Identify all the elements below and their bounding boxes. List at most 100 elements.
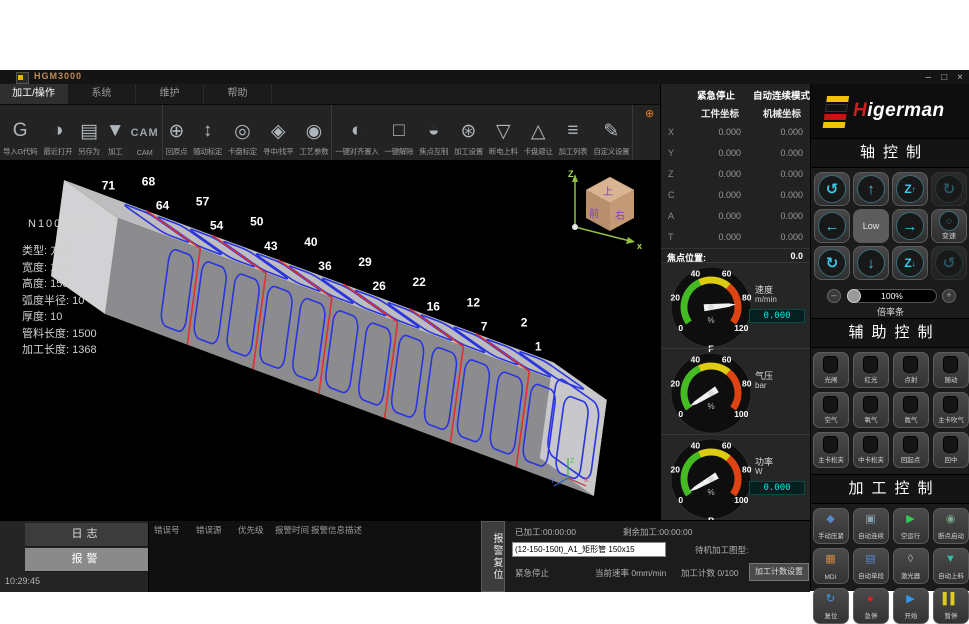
tube-3d-model: 7168645754504340362926221612721Zx上前右ZXY xyxy=(0,160,660,520)
toolbar-centering-leveling-button[interactable]: ◈寻中/找平 xyxy=(260,105,297,160)
toolbar-recent-open-button[interactable]: ◑最近打开 xyxy=(40,105,75,160)
toolbar-process-list-button[interactable]: ≡加工列表 xyxy=(556,105,591,160)
app-icon xyxy=(16,72,29,84)
back-to-start-button[interactable]: 回起点 xyxy=(893,432,929,468)
clock: 10:29:45 xyxy=(5,576,40,586)
param-加工长度: 加工长度: 1368 xyxy=(22,342,97,359)
jog-up-button[interactable]: ↑ xyxy=(853,172,889,206)
low-speed-toggle-button[interactable]: Low xyxy=(853,209,889,243)
toolbar-cam-button[interactable]: CAMCAM xyxy=(128,105,162,160)
oxygen-icon xyxy=(863,396,878,413)
z-plus-button[interactable]: Z↑ xyxy=(892,172,928,206)
toolbar-custom-settings-button[interactable]: ✎自定义设置 xyxy=(590,105,632,160)
toolbar-power-loss-load-button[interactable]: ▽断电上料 xyxy=(486,105,521,160)
part-number-label: 68 xyxy=(142,174,156,188)
auto-single-block-button[interactable]: ▤自动单段 xyxy=(853,548,889,584)
rate-slider[interactable]: 100% xyxy=(847,289,937,303)
toolbar-process-parameters-button[interactable]: ◉工艺参数 xyxy=(296,105,331,160)
rate-plus-button[interactable]: + xyxy=(942,289,956,303)
burst-label: 点射 xyxy=(904,375,917,384)
rotate-b-plus-button[interactable]: ↺ xyxy=(814,172,850,206)
reset-button[interactable]: ↻复位 xyxy=(813,588,849,624)
shutter-button[interactable]: 光闸 xyxy=(813,352,849,388)
toolbar-label: 卡盘避让 xyxy=(524,146,553,157)
start-button[interactable]: ▶开始 xyxy=(893,588,929,624)
toolbar-chuck-avoid-button[interactable]: △卡盘避让 xyxy=(521,105,556,160)
jog-left-button[interactable]: ← xyxy=(814,209,850,243)
svg-text:100: 100 xyxy=(734,495,748,505)
follow-icon xyxy=(943,356,958,373)
pause-button[interactable]: ▌▌暂停 xyxy=(933,588,969,624)
nitrogen-button[interactable]: 氮气 xyxy=(893,392,929,428)
breakpoint-start-button[interactable]: ◉断点启动 xyxy=(933,508,969,544)
alarm-reset-button[interactable]: 报警复位 xyxy=(481,521,505,592)
z-plus-icon: Z↑ xyxy=(896,175,924,203)
z-minus-button[interactable]: Z↓ xyxy=(892,246,928,280)
red-light-button[interactable]: 红光 xyxy=(853,352,889,388)
part-number-label: 43 xyxy=(264,239,278,253)
focus-control-icon: ◒ xyxy=(428,116,439,146)
svg-text:60: 60 xyxy=(722,440,732,450)
toolbar-group-2: ◐一键对齐置入□一键解除◒焦点互制⊛加工设置▽断电上料△卡盘避让≡加工列表✎自定… xyxy=(332,105,633,160)
jog-right-button[interactable]: → xyxy=(892,209,928,243)
back-to-center-button[interactable]: 回中 xyxy=(933,432,969,468)
toolbar-one-key-release-button[interactable]: □一键解除 xyxy=(381,105,416,160)
orientation-cube[interactable]: Zx上前右 xyxy=(568,169,642,251)
toolbar-focus-control-button[interactable]: ◒焦点互制 xyxy=(416,105,451,160)
pause-icon: ▌▌ xyxy=(943,592,959,607)
rate-slider-row: – 100% + xyxy=(811,286,969,304)
rate-minus-button[interactable]: – xyxy=(827,289,841,303)
toolbar-label: 回原点 xyxy=(166,146,188,157)
toolbar-label: CAM xyxy=(137,148,153,157)
count-settings-button[interactable]: 加工计数设置 xyxy=(749,563,809,581)
dry-run-button[interactable]: ▶空运行 xyxy=(893,508,929,544)
bottom-tab-0[interactable]: 日志 xyxy=(25,523,148,547)
mdi-button[interactable]: ▦MDI xyxy=(813,548,849,584)
follow-label: 随动 xyxy=(944,375,957,384)
jog-down-button[interactable]: ↓ xyxy=(853,246,889,280)
burst-button[interactable]: 点射 xyxy=(893,352,929,388)
reset-icon: ↻ xyxy=(826,592,835,607)
auto-continuous-button[interactable]: ▣自动连续 xyxy=(853,508,889,544)
red-light-label: 红光 xyxy=(864,375,877,384)
toolbar-home-origin-button[interactable]: ⊕回原点 xyxy=(163,105,191,160)
menu-tab-3[interactable]: 帮助 xyxy=(204,84,272,104)
main-chuck-blow-button[interactable]: 主卡吹气 xyxy=(933,392,969,428)
minimize-button[interactable]: – xyxy=(926,72,932,83)
toolbar-process-button[interactable]: ▼加工 xyxy=(103,105,128,160)
axis-control-title: 轴控制 xyxy=(811,138,969,168)
close-button[interactable]: × xyxy=(957,72,963,83)
bottom-tab-1[interactable]: 报警 xyxy=(25,548,148,572)
maximize-button[interactable]: □ xyxy=(941,72,947,83)
estop-label: 急停 xyxy=(864,611,877,620)
toolbar-process-settings-button[interactable]: ⊛加工设置 xyxy=(451,105,486,160)
menu-tab-2[interactable]: 维护 xyxy=(136,84,204,104)
gear-icon[interactable]: ⊕ xyxy=(645,107,654,120)
toolbar-chuck-calibration-button[interactable]: ◎卡盘标定 xyxy=(225,105,260,160)
speed-gauge-dial: 020406080120%F xyxy=(665,263,757,355)
process-parameters-icon: ◉ xyxy=(306,116,323,146)
estop-button[interactable]: ●急停 xyxy=(853,588,889,624)
main-chuck-blow-icon xyxy=(943,396,958,413)
rotate-b-minus-button[interactable]: ↻ xyxy=(814,246,850,280)
current-file-field[interactable]: (12-150-150t)_A1_矩形管 150x15 xyxy=(512,542,666,557)
menu-tab-0[interactable]: 加工/操作 xyxy=(0,84,68,104)
follow-button[interactable]: 随动 xyxy=(933,352,969,388)
auto-load-button[interactable]: ▼自动上料 xyxy=(933,548,969,584)
toolbar-save-as-button[interactable]: ▤另存为 xyxy=(75,105,103,160)
air-button[interactable]: 空气 xyxy=(813,392,849,428)
toolbar-import-gcode-button[interactable]: G导入G代码 xyxy=(0,105,40,160)
toolbar-one-key-align-button[interactable]: ◐一键对齐置入 xyxy=(332,105,381,160)
part-number-label: 64 xyxy=(156,198,170,212)
menu-tab-1[interactable]: 系统 xyxy=(68,84,136,104)
red-light-icon xyxy=(863,356,878,373)
manual-clamp-button[interactable]: ◆手动压紧 xyxy=(813,508,849,544)
laser-button[interactable]: ◊激光器 xyxy=(893,548,929,584)
toolbar-follow-calibration-button[interactable]: ↕随动标定 xyxy=(190,105,225,160)
main-chuck-release-button[interactable]: 主卡松夹 xyxy=(813,432,849,468)
speed-mode-button[interactable]: ◌变速 xyxy=(931,209,967,243)
z-minus-icon: Z↓ xyxy=(896,249,924,277)
oxygen-button[interactable]: 氧气 xyxy=(853,392,889,428)
mid-chuck-release-button[interactable]: 中卡松夹 xyxy=(853,432,889,468)
3d-viewport[interactable]: 7168645754504340362926221612721Zx上前右ZXY … xyxy=(0,160,660,520)
